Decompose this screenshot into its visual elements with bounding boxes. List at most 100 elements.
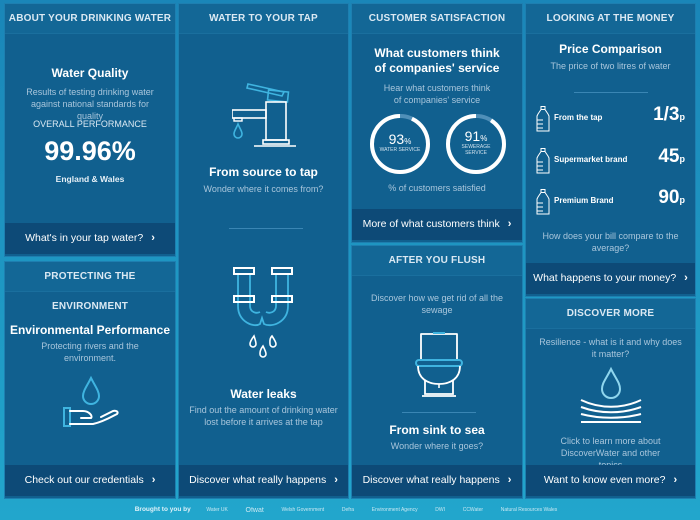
price-row-premium: Premium Brand 90p [536,187,685,217]
price-number: 1/3 [653,104,680,125]
card-subtitle: Results of testing drinking water agains… [26,87,154,121]
check-credentials-button[interactable]: Check out our credentials › [5,465,175,496]
brought-by-label: Brought to you by [134,506,191,513]
card-water-to-tap: WATER TO YOUR TAP From source to tap Won… [178,3,349,499]
metric-region: England & Wales [55,174,125,184]
card-looking-at-money: LOOKING AT THE MONEY Price Comparison Th… [525,3,696,297]
card-header: WATER TO YOUR TAP [179,4,348,34]
sponsor-logo[interactable]: Ofwat [246,507,264,514]
metric-label: OVERALL PERFORMANCE [33,119,147,129]
divider [402,412,476,413]
what-happens-money-button[interactable]: What happens to your money? › [526,263,695,294]
discover-leaks-button[interactable]: Discover what really happens › [179,465,348,496]
button-label: More of what customers think [362,218,500,230]
price-row-tap: From the tap 1/3p [536,104,685,134]
card-title: What customers think of companies' servi… [374,46,500,75]
toilet-icon [415,330,463,398]
sponsor-logo[interactable]: CCWater [463,507,483,513]
chevron-right-icon: › [507,474,512,486]
card-title: Price Comparison [559,42,662,56]
button-label: Want to know even more? [543,474,666,486]
card-environment: PROTECTING THE ENVIRONMENT Environmental… [4,261,176,499]
price-unit: p [679,112,686,122]
sponsor-logo[interactable]: Natural Resources Wales [501,507,558,513]
card-header: AFTER YOU FLUSH [352,246,522,276]
card-subtitle: The price of two litres of water [550,61,671,71]
section-title: From source to tap [209,165,318,179]
chevron-right-icon: › [507,218,512,230]
card-subtitle-top: Resilience - what is it and why does it … [539,337,682,359]
divider [574,92,648,93]
ring-value: 93 [388,131,405,147]
chevron-right-icon: › [151,474,156,486]
button-label: Discover what really happens [362,474,500,486]
card-header: LOOKING AT THE MONEY [526,4,695,34]
card-header: DISCOVER MORE [526,299,695,329]
tap-icon [232,80,298,148]
chevron-right-icon: › [334,474,338,486]
water-bottle-icon [536,148,550,174]
card-after-you-flush: AFTER YOU FLUSH Discover how we get rid … [351,245,523,499]
card-header: PROTECTING THE ENVIRONMENT [5,262,175,312]
leaking-pipe-icon [232,266,296,362]
ring-unit: % [404,137,412,146]
section-title: Water leaks [230,387,297,401]
price-unit: p [679,154,686,164]
sponsor-logo[interactable]: Welsh Government [281,507,324,513]
more-customers-think-button[interactable]: More of what customers think › [352,209,522,240]
ring-label: SEWERAGE SERVICE [461,144,491,156]
whats-in-tap-water-button[interactable]: What's in your tap water? › [5,223,175,254]
section-subtitle: Wonder where it comes from? [203,184,324,194]
sponsor-footer: Brought to you by Water UK Ofwat Welsh G… [0,500,700,520]
sponsor-logo[interactable]: Defra [342,507,354,513]
know-even-more-button[interactable]: Want to know even more? › [526,465,695,496]
card-title: Environmental Performance [9,323,171,337]
ring-unit: % [480,134,488,143]
price-label: Premium Brand [554,196,614,205]
divider [229,228,303,229]
card-subtitle: Hear what customers think of companies' … [383,83,491,105]
sponsor-logo[interactable]: Water UK [206,507,227,513]
discover-sewage-button[interactable]: Discover what really happens › [352,465,522,496]
card-drinking-water: ABOUT YOUR DRINKING WATER Water Quality … [4,3,176,257]
bill-question[interactable]: How does your bill compare to the averag… [526,230,695,254]
price-unit: p [679,195,686,205]
ring-value: 91 [464,128,481,144]
sponsor-logo[interactable]: DWI [435,507,445,513]
button-label: Check out our credentials [24,474,144,486]
card-header: CUSTOMER SATISFACTION [352,4,522,34]
card-subtitle: Protecting rivers and the environment. [41,341,139,363]
ring-caption: % of customers satisfied [388,183,486,193]
chevron-right-icon: › [684,272,688,284]
price-number: 90 [658,187,680,208]
water-bottle-icon [536,106,550,132]
chevron-right-icon: › [673,474,678,486]
price-value: 90p [658,187,685,209]
button-label: What's in your tap water? [25,232,144,244]
card-customer-satisfaction: CUSTOMER SATISFACTION What customers thi… [351,3,523,243]
card-title: From sink to sea [389,423,485,437]
sponsor-logo[interactable]: Environment Agency [372,507,418,513]
metric-value: 99.96% [44,136,136,166]
section-subtitle: Find out the amount of drinking water lo… [189,405,338,427]
hand-water-drop-icon [61,374,121,434]
chevron-right-icon: › [151,232,155,244]
price-label: Supermarket brand [554,155,628,164]
price-value: 1/3p [653,104,685,126]
price-label: From the tap [554,113,603,122]
button-label: What happens to your money? [533,272,677,284]
ring-water-service: 93% WATER SERVICE [368,112,432,176]
card-subtitle-top: Discover how we get rid of all the sewag… [370,293,504,315]
water-resilience-icon [578,365,644,427]
card-discover-more: DISCOVER MORE Resilience - what is it an… [525,298,696,499]
water-bottle-icon [536,189,550,215]
card-subtitle: Wonder where it goes? [390,441,484,451]
price-row-supermarket: Supermarket brand 45p [536,146,685,176]
ring-sewerage-service: 91% SEWERAGE SERVICE [444,112,508,176]
price-number: 45 [658,146,680,167]
price-value: 45p [658,146,685,168]
card-title: Water Quality [51,66,129,80]
ring-label: WATER SERVICE [379,147,421,153]
button-label: Discover what really happens [189,474,327,486]
card-header: ABOUT YOUR DRINKING WATER [5,4,175,34]
